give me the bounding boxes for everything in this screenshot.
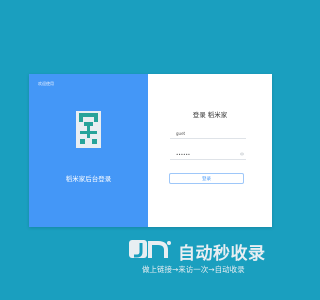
welcome-text: 欢迎使用 — [38, 81, 54, 86]
watermark-subtitle: 做上链接→来访一次→自动收录 — [142, 265, 245, 274]
site-logo — [76, 111, 101, 148]
login-button[interactable]: 登录 — [169, 173, 244, 184]
watermark: 自动秒收录 做上链接→来访一次→自动收录 — [128, 238, 278, 278]
left-panel-title: 稻米家后台登录 — [65, 175, 112, 183]
right-panel: 登录 稻米家 guet •••••• 登录 — [148, 74, 272, 227]
eye-icon[interactable] — [240, 152, 244, 156]
login-title: 登录 稻米家 — [192, 111, 228, 119]
watermark-title: 自动秒收录 — [178, 244, 266, 264]
username-field[interactable]: guet — [170, 129, 246, 139]
password-value: •••••• — [176, 152, 191, 157]
username-value: guet — [176, 131, 186, 136]
login-card: 欢迎使用 稻米家后台登录 登录 稻米家 guet •••••• 登录 — [29, 74, 272, 227]
password-field[interactable]: •••••• — [170, 150, 246, 160]
watermark-logo-icon — [129, 240, 171, 258]
left-panel: 欢迎使用 稻米家后台登录 — [29, 74, 148, 227]
